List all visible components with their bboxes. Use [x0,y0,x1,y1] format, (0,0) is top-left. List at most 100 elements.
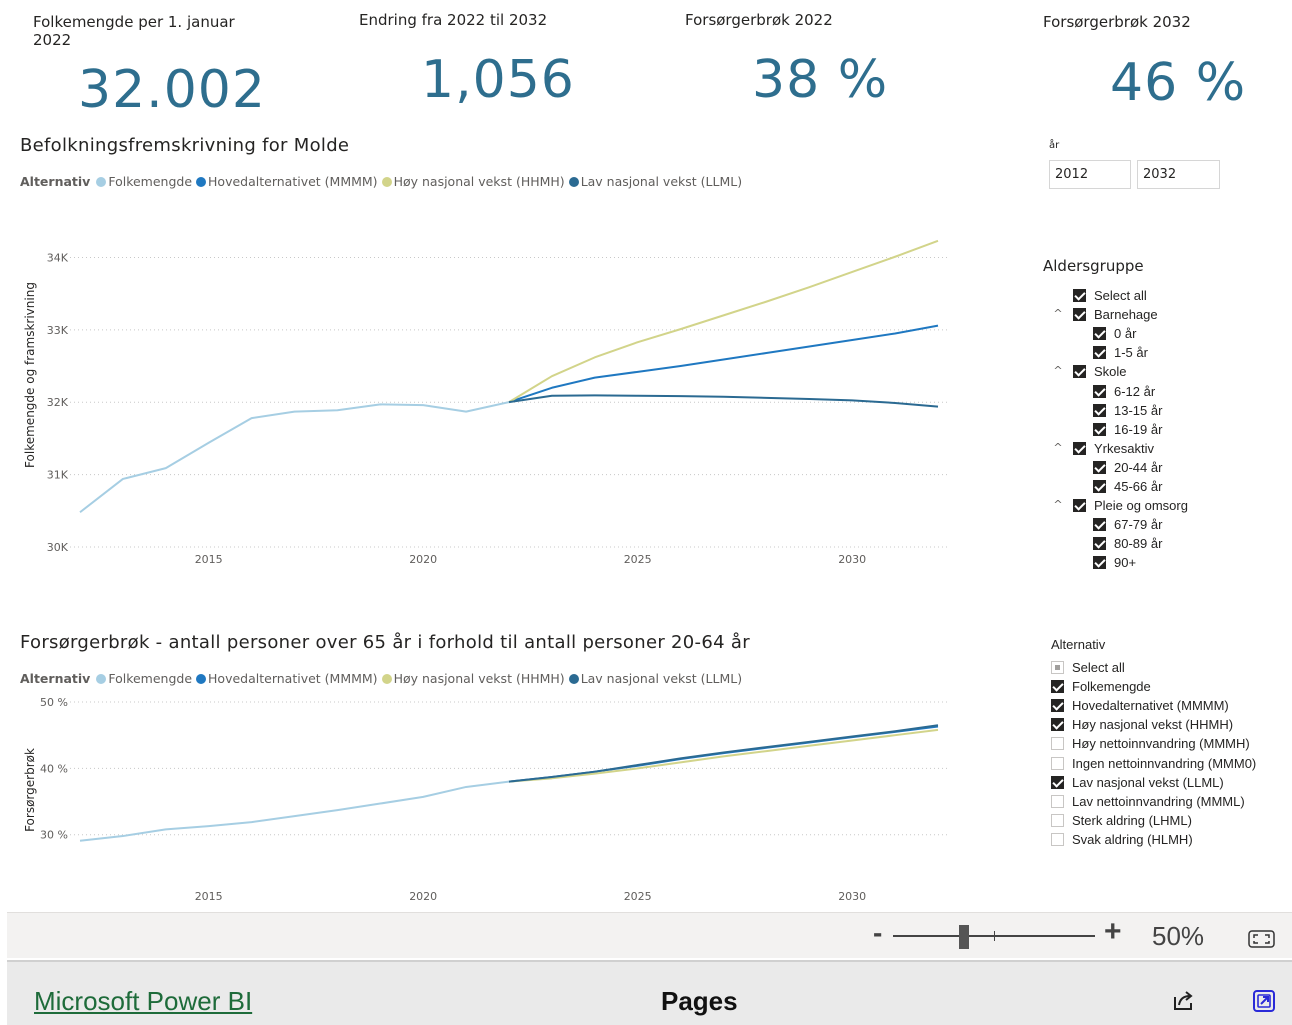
zoom-out-button[interactable]: - [873,917,882,949]
open-in-new-icon[interactable] [1251,988,1277,1014]
checkbox[interactable] [1093,346,1106,360]
alternativ-item[interactable]: Lav nasjonal vekst (LLML) [1051,773,1224,792]
checkbox[interactable] [1073,365,1086,379]
checkbox[interactable] [1093,480,1106,493]
collapse-caret-icon[interactable]: ^ [1051,364,1065,377]
checkbox[interactable] [1051,756,1064,770]
legend-item-mmmm[interactable]: Hovedalternativet (MMMM) [196,671,378,686]
aldersgruppe-item[interactable]: Select all [1073,286,1147,305]
collapse-caret-icon[interactable]: ^ [1051,498,1065,511]
alternativ-item-label: Høy nasjonal vekst (HHMH) [1072,717,1234,733]
aldersgruppe-item[interactable]: Barnehage [1073,305,1158,324]
series-line-folkemengde[interactable] [79,401,510,514]
checkbox[interactable] [1093,403,1106,417]
aldersgruppe-item[interactable]: 6-12 år [1093,382,1155,401]
power-bi-link[interactable]: Microsoft Power BI [34,986,252,1017]
checkbox[interactable] [1051,718,1064,732]
aldersgruppe-item[interactable]: 80-89 år [1093,534,1162,553]
series-line-lav-nasjonal-vekst-llml-[interactable] [508,724,939,783]
zoom-slider-thumb[interactable] [958,925,969,949]
collapse-caret-icon[interactable]: ^ [1051,441,1065,454]
aldersgruppe-item[interactable]: 20-44 år [1093,458,1162,477]
zoom-in-button[interactable]: + [1104,915,1122,949]
checkbox[interactable] [1051,680,1064,694]
y-axis-label: Forsørgerbrøk [23,748,37,832]
series-line-lav-nasjonal-vekst-llml-[interactable] [508,394,939,408]
series-line-h-y-nasjonal-vekst-hhmh-[interactable] [508,239,939,403]
chart2-title: Forsørgerbrøk - antall personer over 65 … [20,632,750,653]
checkbox[interactable] [1093,327,1106,341]
aldersgruppe-item-label: 13-15 år [1114,402,1163,418]
alternativ-item[interactable]: Høy nettoinnvandring (MMMH) [1051,734,1250,753]
checkbox[interactable] [1051,661,1064,674]
aldersgruppe-item-label: Barnehage [1094,307,1158,323]
legend-title: Alternativ [20,671,91,686]
aldersgruppe-item[interactable]: Yrkesaktiv [1073,439,1154,458]
collapse-caret-icon[interactable]: ^ [1051,307,1065,320]
alternativ-item-label: Høy nettoinnvandring (MMMH) [1072,736,1250,752]
y-tick-label: 32K [47,396,69,409]
alternativ-item[interactable]: Folkemengde [1051,677,1151,696]
legend-item-hhmh[interactable]: Høy nasjonal vekst (HHMH) [381,174,565,189]
checkbox[interactable] [1093,460,1106,474]
legend-item-folkemengde[interactable]: Folkemengde [96,671,192,686]
alternativ-item-label: Hovedalternativet (MMMM) [1072,698,1229,714]
legend-dot [196,673,207,684]
chart1-title: Befolkningsfremskrivning for Molde [20,135,350,156]
aldersgruppe-item[interactable]: 0 år [1093,324,1136,343]
kpi-value-ratio-2032: 46 % [1110,53,1247,113]
checkbox[interactable] [1051,699,1064,713]
kpi-title-ratio-2022: Forsørgerbrøk 2022 [685,11,833,29]
aldersgruppe-item[interactable]: 67-79 år [1093,515,1162,534]
alternativ-item[interactable]: Lav nettoinnvandring (MMML) [1051,792,1245,811]
checkbox[interactable] [1051,832,1064,846]
legend-item-mmmm[interactable]: Hovedalternativet (MMMM) [196,174,378,189]
alternativ-item[interactable]: Select all [1051,658,1125,677]
population-line-chart[interactable]: 30K 31K 32K 33K 34K 2015 2020 2025 2030 Folkemeng… [0,195,1000,575]
checkbox[interactable] [1073,289,1086,302]
aldersgruppe-item[interactable]: 1-5 år [1093,343,1148,362]
alternativ-item[interactable]: Høy nasjonal vekst (HHMH) [1051,715,1233,734]
pages-button[interactable]: Pages [661,986,738,1017]
alternativ-item-label: Svak aldring (HLMH) [1072,831,1193,847]
checkbox[interactable] [1093,537,1106,551]
aldersgruppe-item[interactable]: 13-15 år [1093,401,1162,420]
dependency-ratio-line-chart[interactable]: 30 % 40 % 50 % 2015 2020 2025 2030 Forsørgerbrø… [0,690,1000,910]
checkbox[interactable] [1093,518,1106,532]
kpi-value-population: 32.002 [78,60,266,120]
series-line-folkemengde[interactable] [79,780,510,842]
legend-item-llml[interactable]: Lav nasjonal vekst (LLML) [568,174,742,189]
year-from-input[interactable]: 2012 [1049,160,1131,189]
zoom-bar: - + 50% [7,912,1292,958]
alternativ-item-label: Lav nasjonal vekst (LLML) [1072,774,1224,790]
legend-dot [96,673,107,684]
checkbox[interactable] [1051,794,1064,808]
alternativ-item[interactable]: Ingen nettoinnvandring (MMM0) [1051,754,1256,773]
checkbox[interactable] [1073,308,1086,322]
checkbox[interactable] [1051,813,1064,827]
series-line-hovedalternativet-mmmm-[interactable] [508,324,939,404]
alternativ-item-label: Lav nettoinnvandring (MMML) [1072,793,1245,809]
fit-to-page-icon[interactable] [1248,930,1275,948]
legend-item-folkemengde[interactable]: Folkemengde [96,174,192,189]
checkbox[interactable] [1093,384,1106,398]
alternativ-item[interactable]: Svak aldring (HLMH) [1051,830,1193,849]
checkbox[interactable] [1093,556,1106,570]
checkbox[interactable] [1051,775,1064,789]
checkbox[interactable] [1073,441,1086,455]
alternativ-item[interactable]: Hovedalternativet (MMMM) [1051,696,1229,715]
aldersgruppe-item[interactable]: Skole [1073,362,1127,381]
aldersgruppe-item[interactable]: 45-66 år [1093,477,1162,496]
checkbox[interactable] [1051,737,1064,751]
aldersgruppe-item[interactable]: 90+ [1093,553,1136,572]
aldersgruppe-item[interactable]: 16-19 år [1093,420,1162,439]
legend-label: Lav nasjonal vekst (LLML) [580,671,743,686]
alternativ-item[interactable]: Sterk aldring (LHML) [1051,811,1192,830]
year-to-input[interactable]: 2032 [1137,160,1220,189]
aldersgruppe-item[interactable]: Pleie og omsorg [1073,496,1188,515]
legend-item-llml[interactable]: Lav nasjonal vekst (LLML) [568,671,743,686]
legend-item-hhmh[interactable]: Høy nasjonal vekst (HHMH) [381,671,565,686]
checkbox[interactable] [1093,422,1106,436]
checkbox[interactable] [1073,499,1086,513]
share-icon[interactable] [1171,988,1197,1014]
